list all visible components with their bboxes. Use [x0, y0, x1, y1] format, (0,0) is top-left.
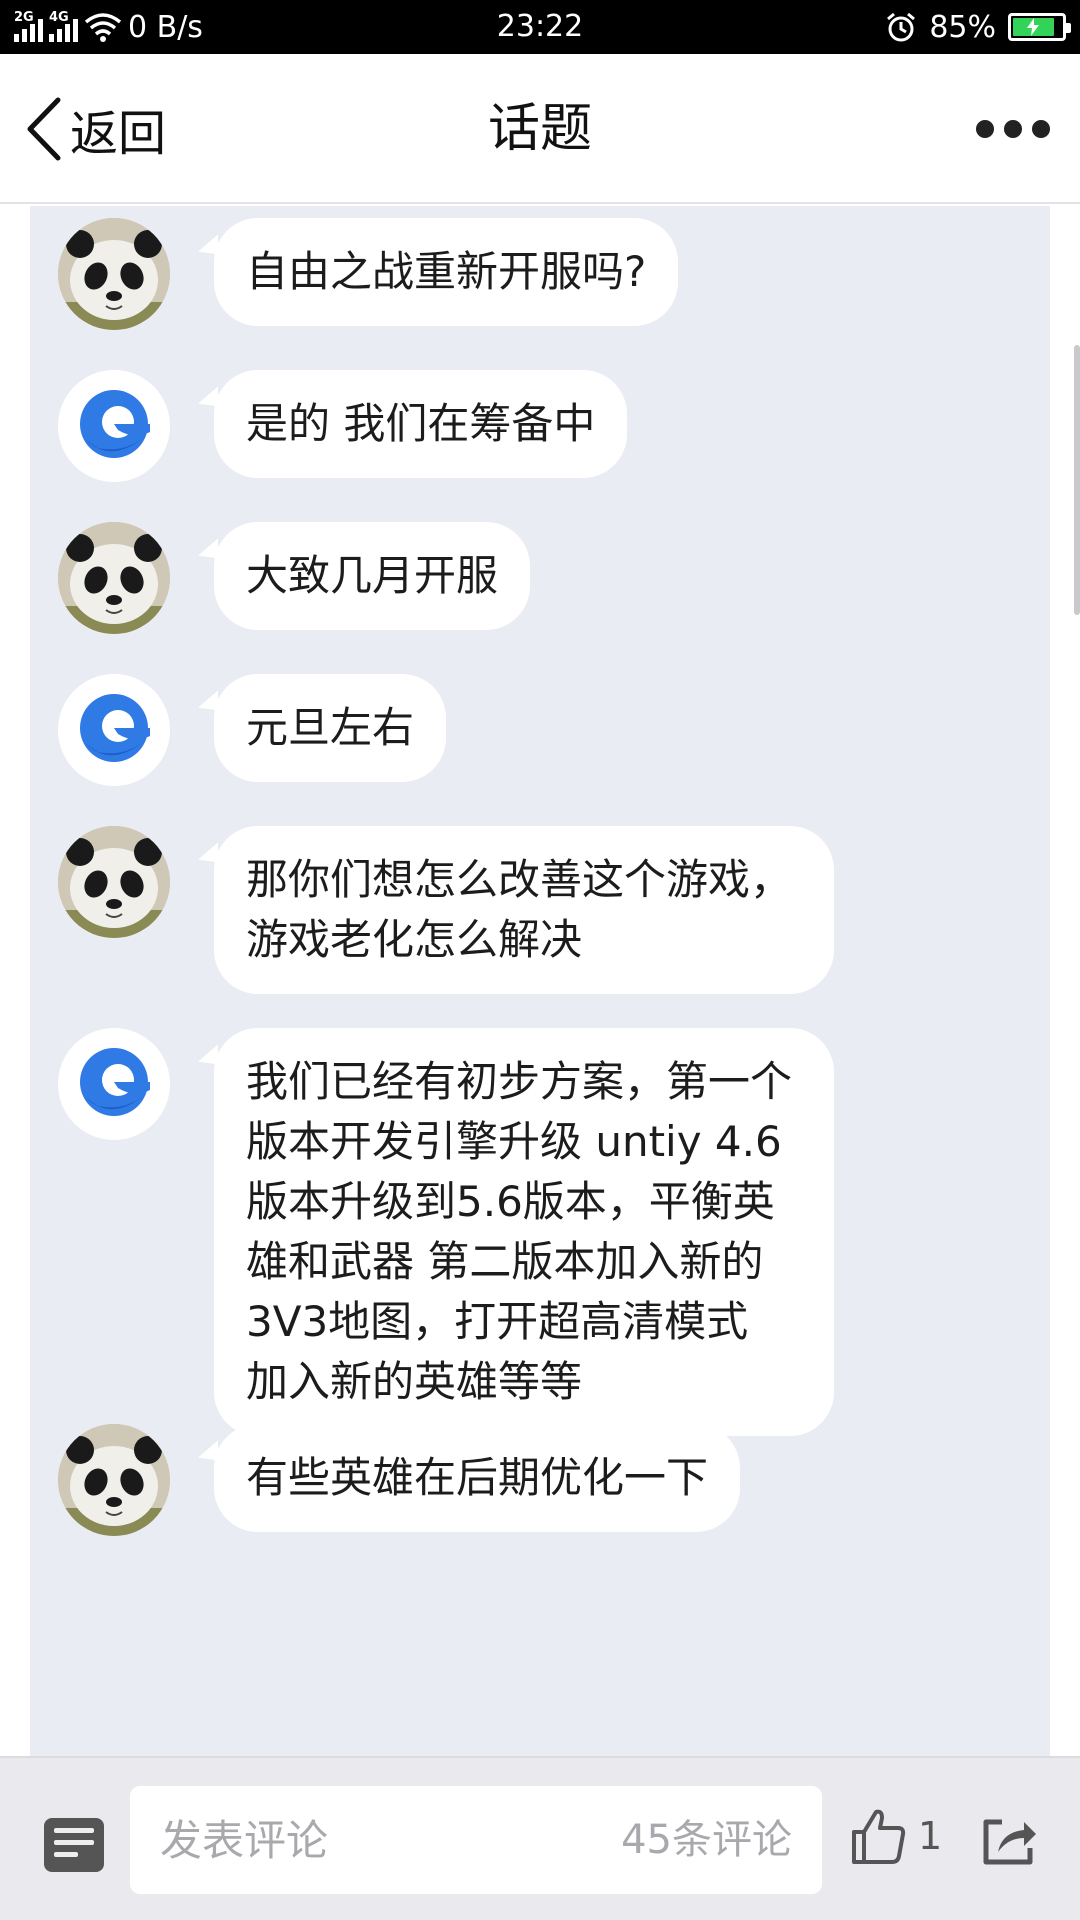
message-bubble: 那你们想怎么改善这个游戏，游戏老化怎么解决	[214, 826, 834, 994]
support-avatar[interactable]	[58, 674, 170, 786]
like-button[interactable]: 1	[848, 1806, 942, 1866]
thumbs-up-icon	[852, 1809, 906, 1864]
more-dot-icon	[1032, 120, 1050, 138]
message-bubble: 我们已经有初步方案，第一个版本开发引擎升级 untiy 4.6版本升级到5.6版…	[214, 1028, 834, 1436]
message-bubble: 自由之战重新开服吗?	[214, 218, 679, 326]
support-avatar[interactable]	[58, 370, 170, 482]
user-avatar[interactable]	[58, 522, 170, 634]
panda-avatar-image	[58, 826, 170, 938]
comment-box[interactable]: 45条评论	[130, 1786, 822, 1894]
message-bubble: 大致几月开服	[214, 522, 531, 630]
share-button[interactable]	[978, 1808, 1040, 1870]
page-title: 话题	[487, 99, 592, 159]
line	[54, 1852, 78, 1857]
scrollbar[interactable]	[1074, 345, 1080, 615]
comment-count[interactable]: 45条评论	[621, 1786, 792, 1894]
battery-level	[1013, 18, 1054, 36]
charging-bolt-icon	[1027, 18, 1040, 36]
more-options-button[interactable]	[976, 120, 1050, 138]
support-logo-image	[58, 674, 170, 786]
support-logo-image	[58, 1028, 170, 1140]
line	[54, 1840, 94, 1845]
user-avatar[interactable]	[58, 826, 170, 938]
panda-avatar-image	[58, 218, 170, 330]
message-bubble: 有些英雄在后期优化一下	[214, 1424, 741, 1532]
panda-avatar-image	[58, 1424, 170, 1536]
like-count: 1	[918, 1814, 943, 1858]
status-bar-right: 85%	[885, 0, 1071, 54]
support-avatar[interactable]	[58, 1028, 170, 1140]
status-bar: 2G 4G 0 B/s 23:22 85%	[0, 0, 1080, 54]
message-bubble: 元旦左右	[214, 674, 447, 782]
more-dot-icon	[976, 120, 994, 138]
bottom-bar: 45条评论 1	[0, 1756, 1080, 1920]
alarm-icon	[887, 12, 916, 42]
line	[54, 1828, 94, 1833]
support-logo-image	[58, 370, 170, 482]
panda-avatar-image	[58, 522, 170, 634]
battery-icon	[1008, 13, 1071, 41]
nav-bar: 返回 话题	[0, 54, 1080, 204]
comment-input[interactable]	[160, 1786, 580, 1894]
topic-detail-button[interactable]	[44, 1818, 104, 1872]
chat-thread[interactable]: 自由之战重新开服吗? 是的 我们在筹备中 大致几月开服 元旦左右那你们想怎么改善这个游…	[30, 206, 1050, 1756]
user-avatar[interactable]	[58, 1424, 170, 1536]
battery-percent: 85%	[929, 9, 996, 45]
share-icon	[983, 1819, 1036, 1865]
message-bubble: 是的 我们在筹备中	[214, 370, 628, 478]
user-avatar[interactable]	[58, 218, 170, 330]
more-dot-icon	[1004, 120, 1022, 138]
